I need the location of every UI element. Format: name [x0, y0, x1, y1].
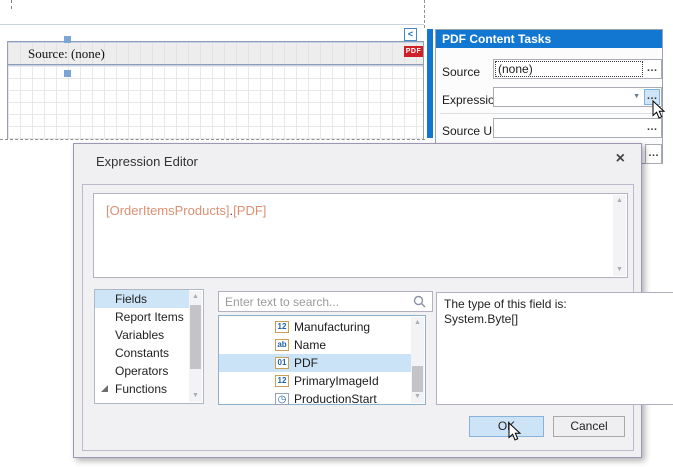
info-line-1: The type of this field is: — [444, 297, 673, 312]
pdf-type-badge: PDF — [404, 46, 423, 57]
search-placeholder: Enter text to search... — [225, 295, 339, 309]
scroll-up-icon[interactable]: ▲ — [189, 291, 202, 303]
report-margin-line — [0, 24, 424, 25]
expand-triangle-icon[interactable] — [101, 385, 108, 392]
source-field[interactable]: (none) … — [493, 59, 662, 79]
expression-dropdown-icon[interactable]: ▼ — [633, 93, 640, 100]
scroll-down-icon[interactable]: ▼ — [189, 390, 202, 402]
selection-handle-top[interactable] — [64, 36, 71, 43]
design-surface-right-border — [423, 41, 424, 139]
expression-field[interactable]: ▼ … — [493, 87, 662, 107]
source-value: (none) — [498, 62, 533, 76]
expression-operand-2: [PDF] — [233, 203, 266, 218]
source-ellipsis-button[interactable]: … — [644, 61, 660, 77]
category-item-variables[interactable]: Variables — [95, 326, 189, 344]
scroll-down-icon[interactable]: ▼ — [411, 391, 424, 403]
expression-operand-1: [OrderItemsProducts] — [106, 203, 230, 218]
field-type-info-panel: The type of this field is: System.Byte[]… — [436, 292, 673, 405]
numeric-field-icon: 12 — [275, 375, 289, 387]
source-label: Source — [442, 65, 480, 79]
category-label: Operators — [115, 364, 168, 378]
field-label: PrimaryImageId — [294, 374, 379, 388]
expression-scrollbar[interactable]: ▲ ▼ — [613, 195, 626, 276]
selection-handle-bottom[interactable] — [64, 70, 71, 77]
numeric-field-icon: 12 — [275, 321, 289, 333]
design-surface-left-edge — [7, 41, 8, 139]
category-scrollbar[interactable]: ▲ ▼ — [189, 291, 202, 402]
expression-text-area[interactable]: [OrderItemsProducts].[PDF] ▲ ▼ — [93, 193, 628, 278]
ok-button[interactable]: OK — [469, 416, 544, 437]
scroll-up-icon[interactable]: ▲ — [613, 195, 626, 207]
field-list-scrollbar[interactable]: ▲ ▼ — [411, 317, 424, 403]
binary-field-icon: 01 — [275, 357, 289, 369]
field-item-primaryimageid[interactable]: 12 PrimaryImageId — [219, 372, 411, 390]
category-item-constants[interactable]: Constants — [95, 344, 189, 362]
category-label: Report Items — [115, 310, 184, 324]
pdf-source-caption: Source: (none) — [28, 46, 105, 62]
info-line-2: System.Byte[] — [444, 312, 673, 327]
pdf-content-control[interactable]: Source: (none) — [8, 43, 423, 64]
field-item-name[interactable]: ab Name — [219, 336, 411, 354]
field-item-manufacturing[interactable]: 12 Manufacturing — [219, 318, 411, 336]
category-label: Fields — [115, 292, 147, 306]
text-field-icon: ab — [275, 339, 289, 351]
scroll-up-icon[interactable]: ▲ — [411, 317, 424, 329]
source-url-ellipsis-button[interactable]: … — [644, 120, 660, 136]
source-url-field[interactable]: … — [493, 118, 662, 138]
design-surface-right-edge — [424, 0, 425, 28]
category-list: Fields Report Items Variables Constants … — [94, 289, 204, 404]
category-label: Variables — [115, 328, 164, 342]
tasks-separator — [440, 113, 658, 114]
field-label: Manufacturing — [294, 320, 370, 334]
category-item-report-items[interactable]: Report Items — [95, 308, 189, 326]
report-margin-dash — [11, 0, 12, 9]
field-list: 12 Manufacturing ab Name 01 PDF 12 Prima… — [218, 315, 426, 405]
category-item-functions[interactable]: Functions — [95, 380, 189, 398]
datetime-field-icon: ◷ — [275, 393, 289, 405]
category-label: Functions — [115, 382, 167, 396]
smart-tag-collapse-button[interactable]: < — [404, 28, 417, 41]
cancel-button[interactable]: Cancel — [553, 416, 625, 437]
scroll-thumb[interactable] — [412, 366, 423, 392]
field-item-productionstart[interactable]: ◷ ProductionStart — [219, 390, 411, 408]
field-item-pdf[interactable]: 01 PDF — [219, 354, 411, 372]
category-item-operators[interactable]: Operators — [95, 362, 189, 380]
category-label: Constants — [115, 346, 169, 360]
field-label: PDF — [294, 356, 318, 370]
category-item-fields[interactable]: Fields — [95, 290, 189, 308]
search-icon — [413, 295, 426, 308]
scroll-down-icon[interactable]: ▼ — [613, 264, 626, 276]
field-label: ProductionStart — [294, 392, 377, 406]
field-search-box[interactable]: Enter text to search... — [218, 291, 433, 312]
tasks-panel-title: PDF Content Tasks — [436, 30, 662, 48]
field-label: Name — [294, 338, 326, 352]
hidden-row-ellipsis-button[interactable]: … — [645, 144, 662, 164]
expression-editor-dialog: Expression Editor × [OrderItemsProducts]… — [73, 143, 642, 458]
close-icon[interactable]: × — [616, 151, 625, 167]
smart-tag-grip[interactable] — [427, 29, 433, 138]
expression-ellipsis-button[interactable]: … — [644, 89, 660, 105]
scroll-thumb[interactable] — [190, 305, 201, 369]
dialog-title: Expression Editor — [96, 154, 198, 169]
design-surface-bottom-edge — [0, 139, 425, 140]
